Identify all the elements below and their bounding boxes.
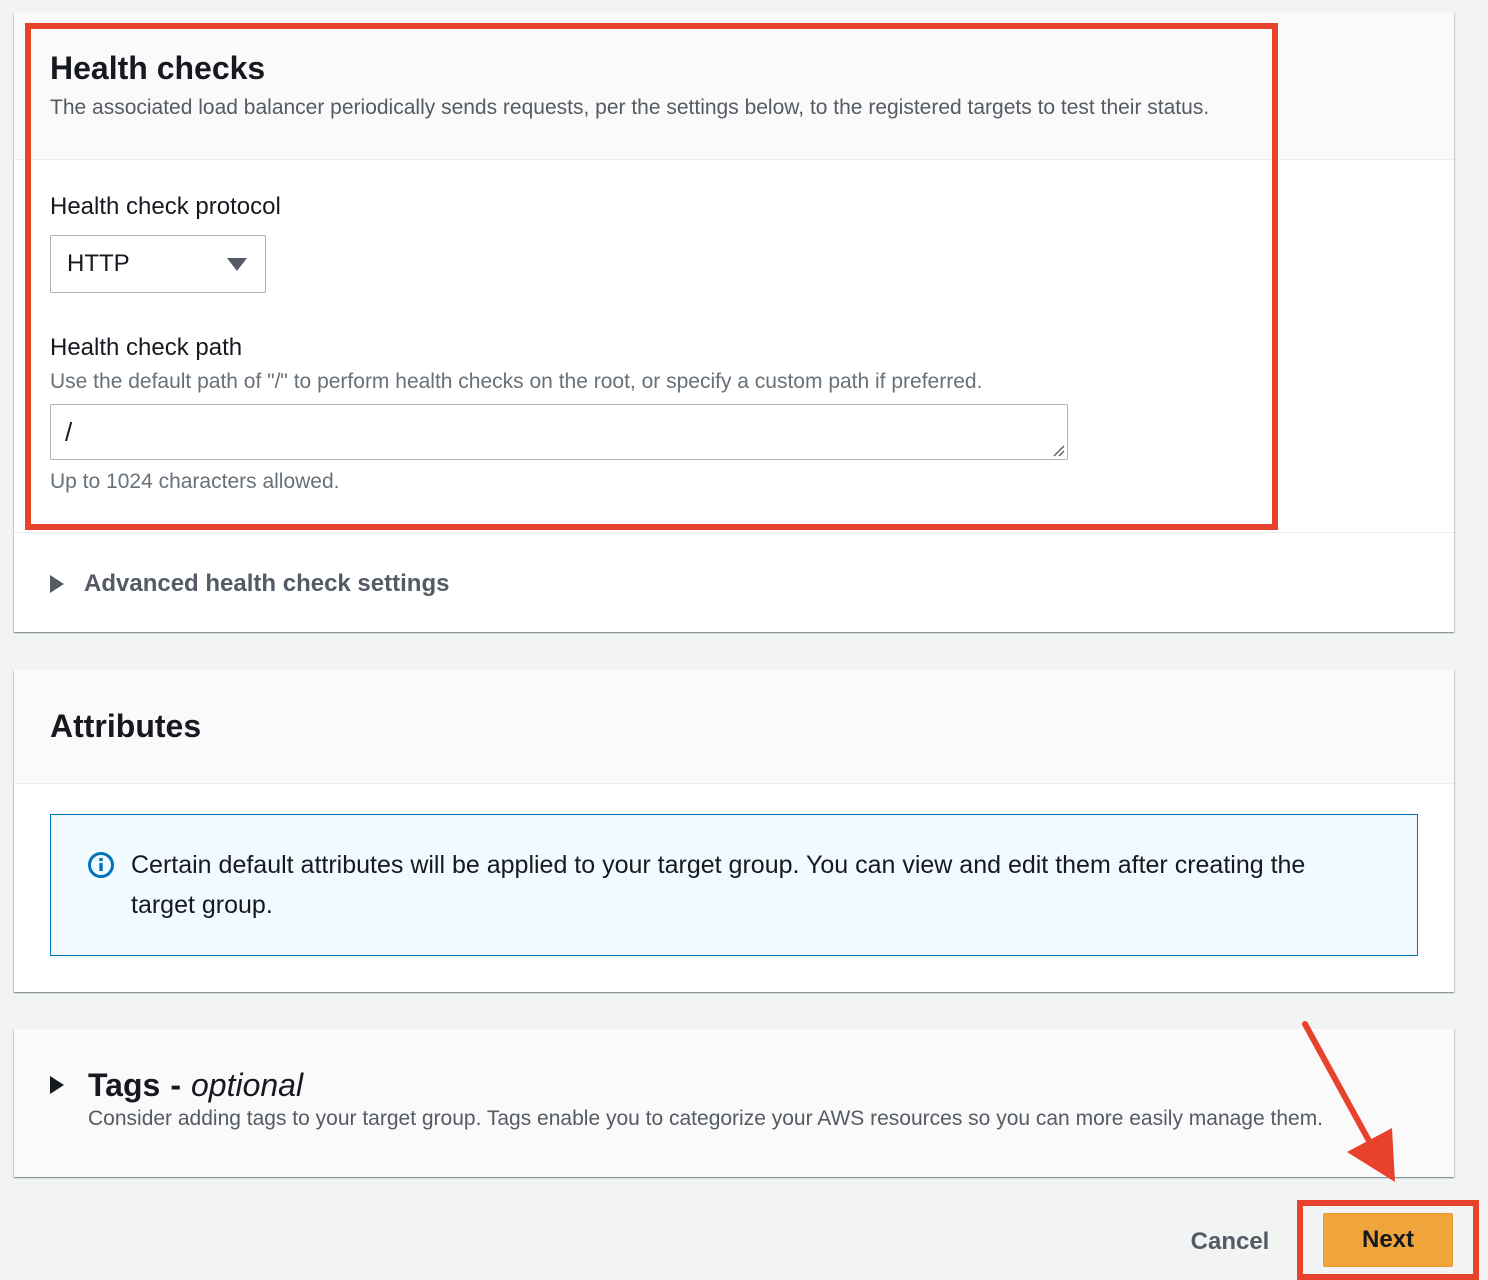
caret-right-icon xyxy=(50,1076,64,1094)
health-check-protocol-select[interactable]: HTTP xyxy=(50,235,266,293)
next-button[interactable]: Next xyxy=(1323,1213,1453,1267)
health-check-protocol-label: Health check protocol xyxy=(50,193,281,220)
caret-down-icon xyxy=(227,258,247,271)
health-checks-panel: Health checks The associated load balanc… xyxy=(14,12,1454,632)
attributes-panel: Attributes Certain default attributes wi… xyxy=(14,670,1454,992)
attributes-info-text: Certain default attributes will be appli… xyxy=(131,851,1306,919)
tags-header[interactable]: Tags - optional Consider adding tags to … xyxy=(14,1029,1454,1177)
tags-separator: - xyxy=(170,1066,181,1103)
health-check-path-constraint: Up to 1024 characters allowed. xyxy=(50,470,340,493)
tags-optional-label: optional xyxy=(190,1066,304,1103)
health-check-path-input[interactable]: / xyxy=(50,404,1068,460)
health-check-path-value: / xyxy=(65,417,73,447)
health-check-protocol-value: HTTP xyxy=(67,250,130,277)
cancel-button[interactable]: Cancel xyxy=(1175,1222,1285,1262)
caret-right-icon xyxy=(50,575,64,593)
health-check-path-label: Health check path xyxy=(50,334,243,361)
attributes-header: Attributes xyxy=(14,670,1454,784)
advanced-health-check-settings-toggle[interactable]: Advanced health check settings xyxy=(50,567,449,601)
health-checks-title: Health checks xyxy=(50,50,266,86)
attributes-info-alert: Certain default attributes will be appli… xyxy=(50,814,1418,956)
info-circle-icon xyxy=(88,852,114,878)
resize-grip-icon[interactable] xyxy=(1051,443,1065,457)
tags-toggle[interactable]: Tags - optional xyxy=(50,1065,1418,1105)
health-check-path-hint: Use the default path of "/" to perform h… xyxy=(50,370,983,393)
attributes-title: Attributes xyxy=(50,708,202,744)
advanced-health-check-settings-label: Advanced health check settings xyxy=(84,570,450,597)
tags-title: Tags xyxy=(88,1066,161,1103)
tags-description: Consider adding tags to your target grou… xyxy=(88,1107,1324,1130)
divider xyxy=(14,532,1454,533)
tags-panel: Tags - optional Consider adding tags to … xyxy=(14,1029,1454,1177)
health-checks-description: The associated load balancer periodicall… xyxy=(50,96,1210,119)
health-checks-header: Health checks The associated load balanc… xyxy=(14,12,1454,160)
